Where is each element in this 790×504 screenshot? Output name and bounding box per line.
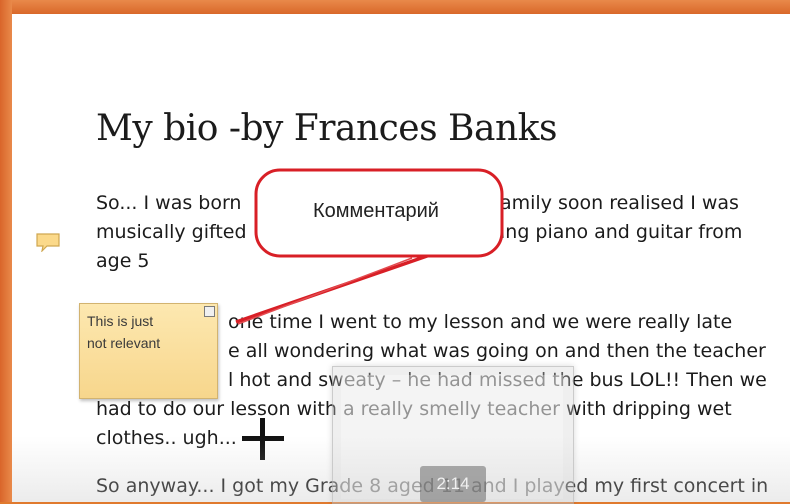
window-frame-top	[0, 0, 790, 14]
sticky-note-text: not relevant	[87, 335, 161, 351]
video-timer: 2:14	[420, 466, 486, 502]
text-line: ing piano and guitar from	[500, 221, 743, 243]
comment-anchor-marker[interactable]	[204, 306, 215, 317]
text-line: one time I went to my lesson and we were…	[228, 311, 733, 333]
sticky-note-text: This is just	[87, 313, 154, 329]
crosshair-cursor-icon	[242, 418, 284, 460]
text-line: e all wondering what was going on and th…	[228, 340, 766, 362]
window-frame-left	[0, 0, 12, 502]
text-line: amily soon realised I was	[500, 192, 739, 214]
paragraph-1-right: amily soon realised I was ing piano and …	[500, 189, 780, 247]
callout-label: Комментарий	[313, 200, 439, 222]
comment-icon[interactable]	[35, 232, 61, 252]
document-title: My bio -by Frances Banks	[96, 108, 557, 149]
sticky-note-comment[interactable]: This is just not relevant	[79, 303, 218, 399]
text-line: age 5	[96, 250, 150, 272]
